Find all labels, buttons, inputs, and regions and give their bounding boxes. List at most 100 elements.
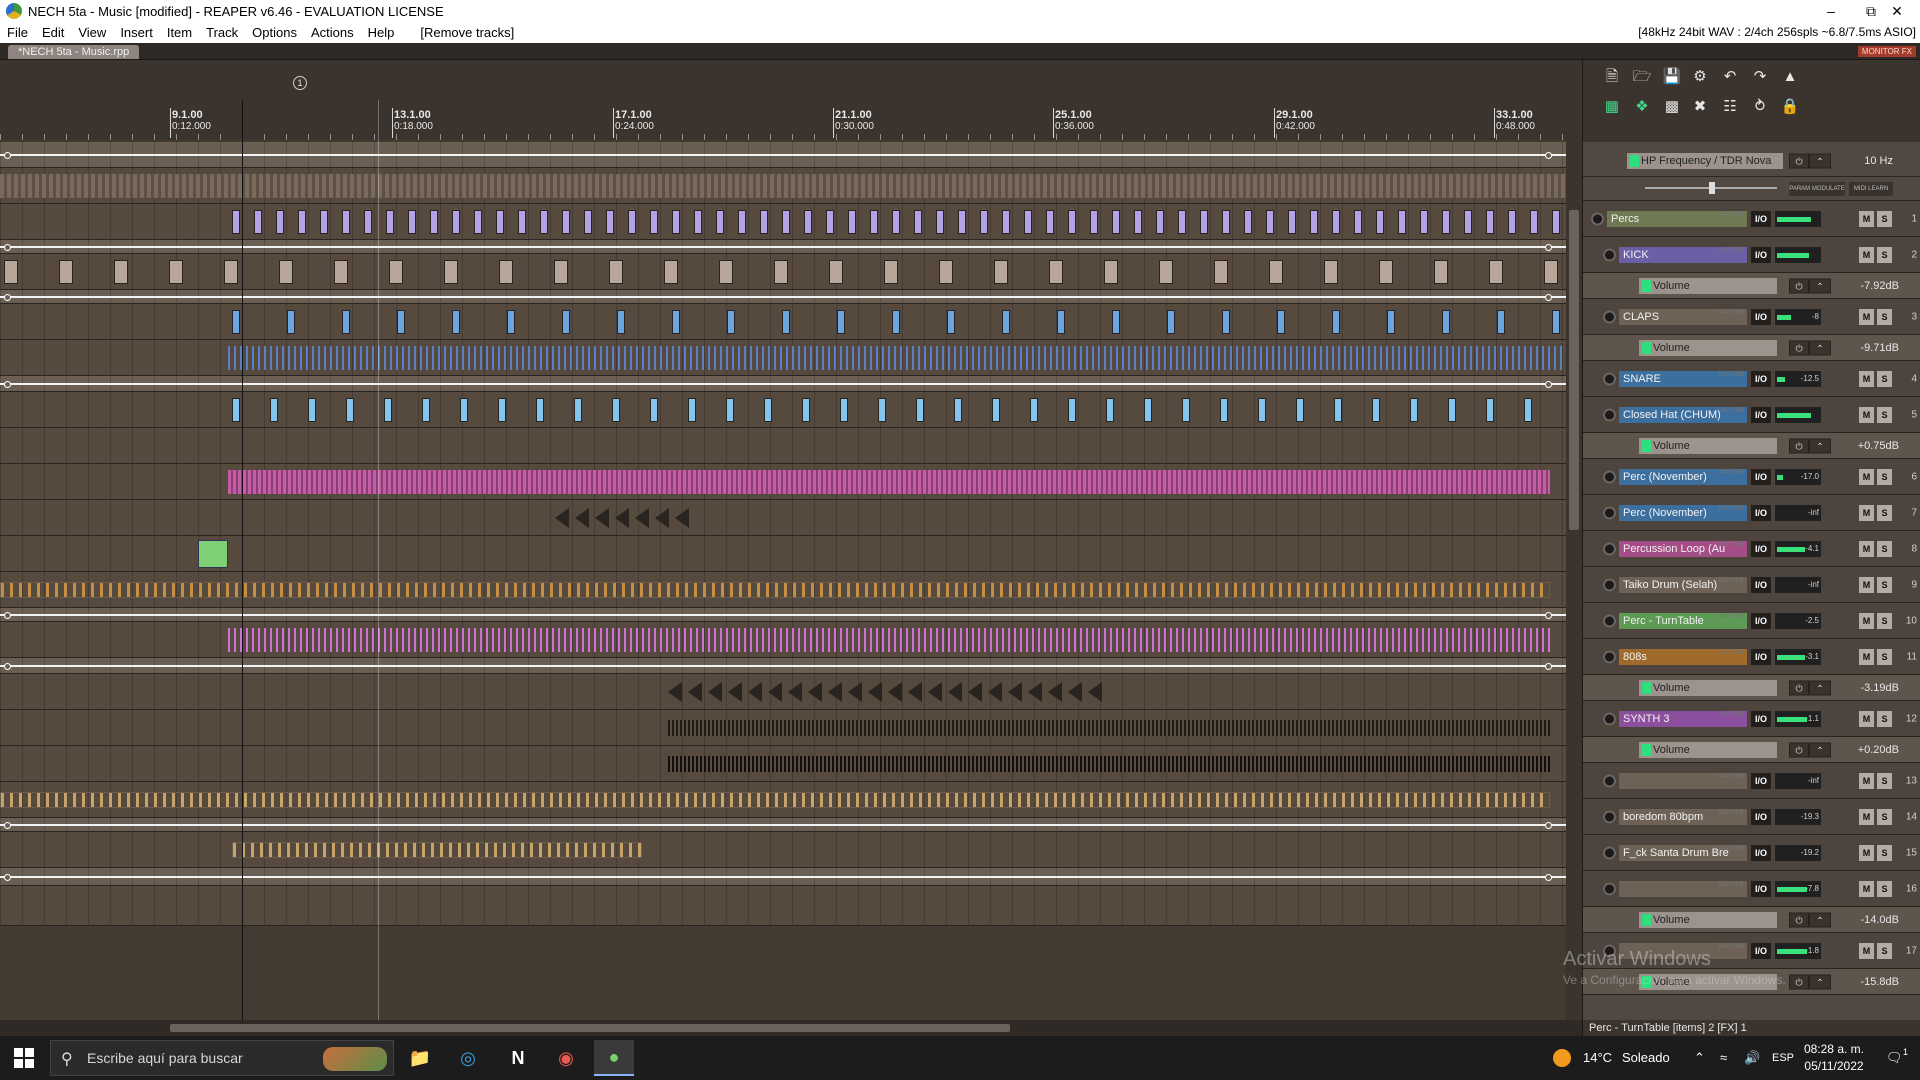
media-item[interactable]: [916, 398, 924, 422]
media-item[interactable]: [499, 260, 513, 284]
media-item[interactable]: [1552, 310, 1560, 334]
file-explorer-icon[interactable]: 📁: [400, 1040, 440, 1076]
media-item[interactable]: [298, 210, 306, 234]
media-item[interactable]: [554, 260, 568, 284]
media-item[interactable]: [584, 210, 592, 234]
notifications-icon[interactable]: 🗨: [1886, 1036, 1903, 1080]
track-row[interactable]: Closed Hat (CHUM) MASTER I/O M S 5: [1583, 397, 1920, 433]
media-item[interactable]: [612, 398, 620, 422]
envelope-arm-icon[interactable]: ⌃: [1809, 340, 1831, 355]
mute-button[interactable]: M: [1859, 942, 1874, 959]
media-item[interactable]: [808, 682, 822, 702]
track-row[interactable]: Perc (November) MASTER I/O -17.0 M S 6: [1583, 459, 1920, 495]
envelope-name[interactable]: Volume: [1639, 911, 1777, 928]
mute-button[interactable]: M: [1859, 540, 1874, 557]
media-item[interactable]: [228, 628, 1550, 652]
mute-button[interactable]: M: [1859, 710, 1874, 727]
track-vu-meter[interactable]: -1.8: [1775, 942, 1821, 959]
media-items[interactable]: [0, 782, 1566, 817]
media-item[interactable]: [804, 210, 812, 234]
media-item[interactable]: [0, 582, 1550, 598]
track-row[interactable]: MASTER I/O -7.8 M S 16: [1583, 871, 1920, 907]
media-item[interactable]: [59, 260, 73, 284]
menu-remove-tracks[interactable]: [Remove tracks]: [413, 25, 521, 40]
media-item[interactable]: [1200, 210, 1208, 234]
media-item[interactable]: [760, 210, 768, 234]
track-lane[interactable]: [0, 572, 1566, 608]
record-arm-button[interactable]: [1603, 650, 1616, 663]
midi-learn-button[interactable]: MIDI LEARN: [1849, 182, 1893, 196]
envelope-name[interactable]: Volume: [1639, 277, 1777, 294]
fx-param-name[interactable]: HP Frequency / TDR Nova: [1627, 152, 1783, 169]
media-item[interactable]: [694, 210, 702, 234]
track-vu-meter[interactable]: -inf: [1775, 504, 1821, 521]
close-button[interactable]: ✕: [1874, 0, 1920, 22]
record-arm-button[interactable]: [1603, 310, 1616, 323]
envelope-bypass-icon[interactable]: ⏻: [1789, 742, 1809, 757]
media-item[interactable]: [888, 682, 902, 702]
media-item[interactable]: [884, 260, 898, 284]
media-item[interactable]: [276, 210, 284, 234]
media-item[interactable]: [936, 210, 944, 234]
solo-button[interactable]: S: [1877, 308, 1892, 325]
tray-overflow-icon[interactable]: ⌃: [1694, 1036, 1705, 1080]
track-lane[interactable]: [0, 674, 1566, 710]
track-row[interactable]: F_ck Santa Drum Bre MASTER I/O -19.2 M S 15: [1583, 835, 1920, 871]
track-vu-meter[interactable]: -7.8: [1775, 880, 1821, 897]
track-lane[interactable]: [0, 464, 1566, 500]
reaper-taskbar-icon[interactable]: ●: [594, 1040, 634, 1076]
media-item[interactable]: [928, 682, 942, 702]
track-vu-meter[interactable]: [1775, 406, 1821, 423]
envelope-arm-icon[interactable]: ⌃: [1809, 912, 1831, 927]
grid-toggle-icon[interactable]: ▦: [1601, 96, 1623, 118]
routing-io-button[interactable]: I/O: [1751, 612, 1771, 629]
track-name[interactable]: MASTER: [1619, 880, 1747, 897]
mute-button[interactable]: M: [1859, 370, 1874, 387]
vertical-scrollbar[interactable]: [1566, 60, 1582, 1020]
envelope-row[interactable]: Volume ⏻ ⌃ +0.75dB: [1583, 433, 1920, 459]
media-item[interactable]: [1030, 398, 1038, 422]
media-item[interactable]: [892, 310, 900, 334]
track-name[interactable]: 808s MASTER: [1619, 648, 1747, 665]
media-item[interactable]: [748, 682, 762, 702]
media-item[interactable]: [802, 398, 810, 422]
media-item[interactable]: [870, 210, 878, 234]
play-cursor[interactable]: [242, 100, 243, 1020]
ruler-bar-label[interactable]: 13.1.00 0:18.000: [394, 109, 433, 133]
track-vu-meter[interactable]: -inf: [1775, 576, 1821, 593]
media-item[interactable]: [232, 310, 240, 334]
mute-button[interactable]: M: [1859, 808, 1874, 825]
media-item[interactable]: [507, 310, 515, 334]
envelope-bypass-icon[interactable]: ⏻: [1789, 340, 1809, 355]
mute-button[interactable]: M: [1859, 504, 1874, 521]
track-lane[interactable]: [0, 500, 1566, 536]
envelope-lane[interactable]: [0, 868, 1566, 886]
envelope-bypass-icon[interactable]: ⏻: [1789, 438, 1809, 453]
media-item[interactable]: [892, 210, 900, 234]
track-row[interactable]: SNARE MASTER I/O -12.5 M S 4: [1583, 361, 1920, 397]
media-item[interactable]: [1296, 398, 1304, 422]
media-item[interactable]: [719, 260, 733, 284]
timeline-ruler[interactable]: 1 9.1.00 0:12.000 13.1.00 0:18.000 17.1.00 0:…: [0, 60, 1566, 140]
media-item[interactable]: [342, 310, 350, 334]
solo-button[interactable]: S: [1877, 406, 1892, 423]
media-item[interactable]: [228, 346, 1566, 370]
media-items[interactable]: [0, 710, 1566, 745]
media-item[interactable]: [198, 540, 228, 568]
media-item[interactable]: [1104, 260, 1118, 284]
envelope-row[interactable]: Volume ⏻ ⌃ -9.71dB: [1583, 335, 1920, 361]
media-item[interactable]: [782, 310, 790, 334]
envelope-lane[interactable]: [0, 240, 1566, 254]
media-item[interactable]: [868, 682, 882, 702]
track-lane[interactable]: [0, 304, 1566, 340]
track-row[interactable]: Percussion Loop (Au MASTER I/O -4.1 M S 8: [1583, 531, 1920, 567]
media-item[interactable]: [444, 260, 458, 284]
media-items[interactable]: [0, 746, 1566, 781]
track-lanes[interactable]: [0, 142, 1566, 1020]
media-item[interactable]: [1106, 398, 1114, 422]
envelope-line[interactable]: [0, 874, 1566, 881]
record-arm-button[interactable]: [1603, 810, 1616, 823]
media-items[interactable]: [0, 340, 1566, 375]
ruler-bar-label[interactable]: 29.1.00 0:42.000: [1276, 109, 1315, 133]
weather-temperature[interactable]: 14°C: [1583, 1036, 1612, 1080]
